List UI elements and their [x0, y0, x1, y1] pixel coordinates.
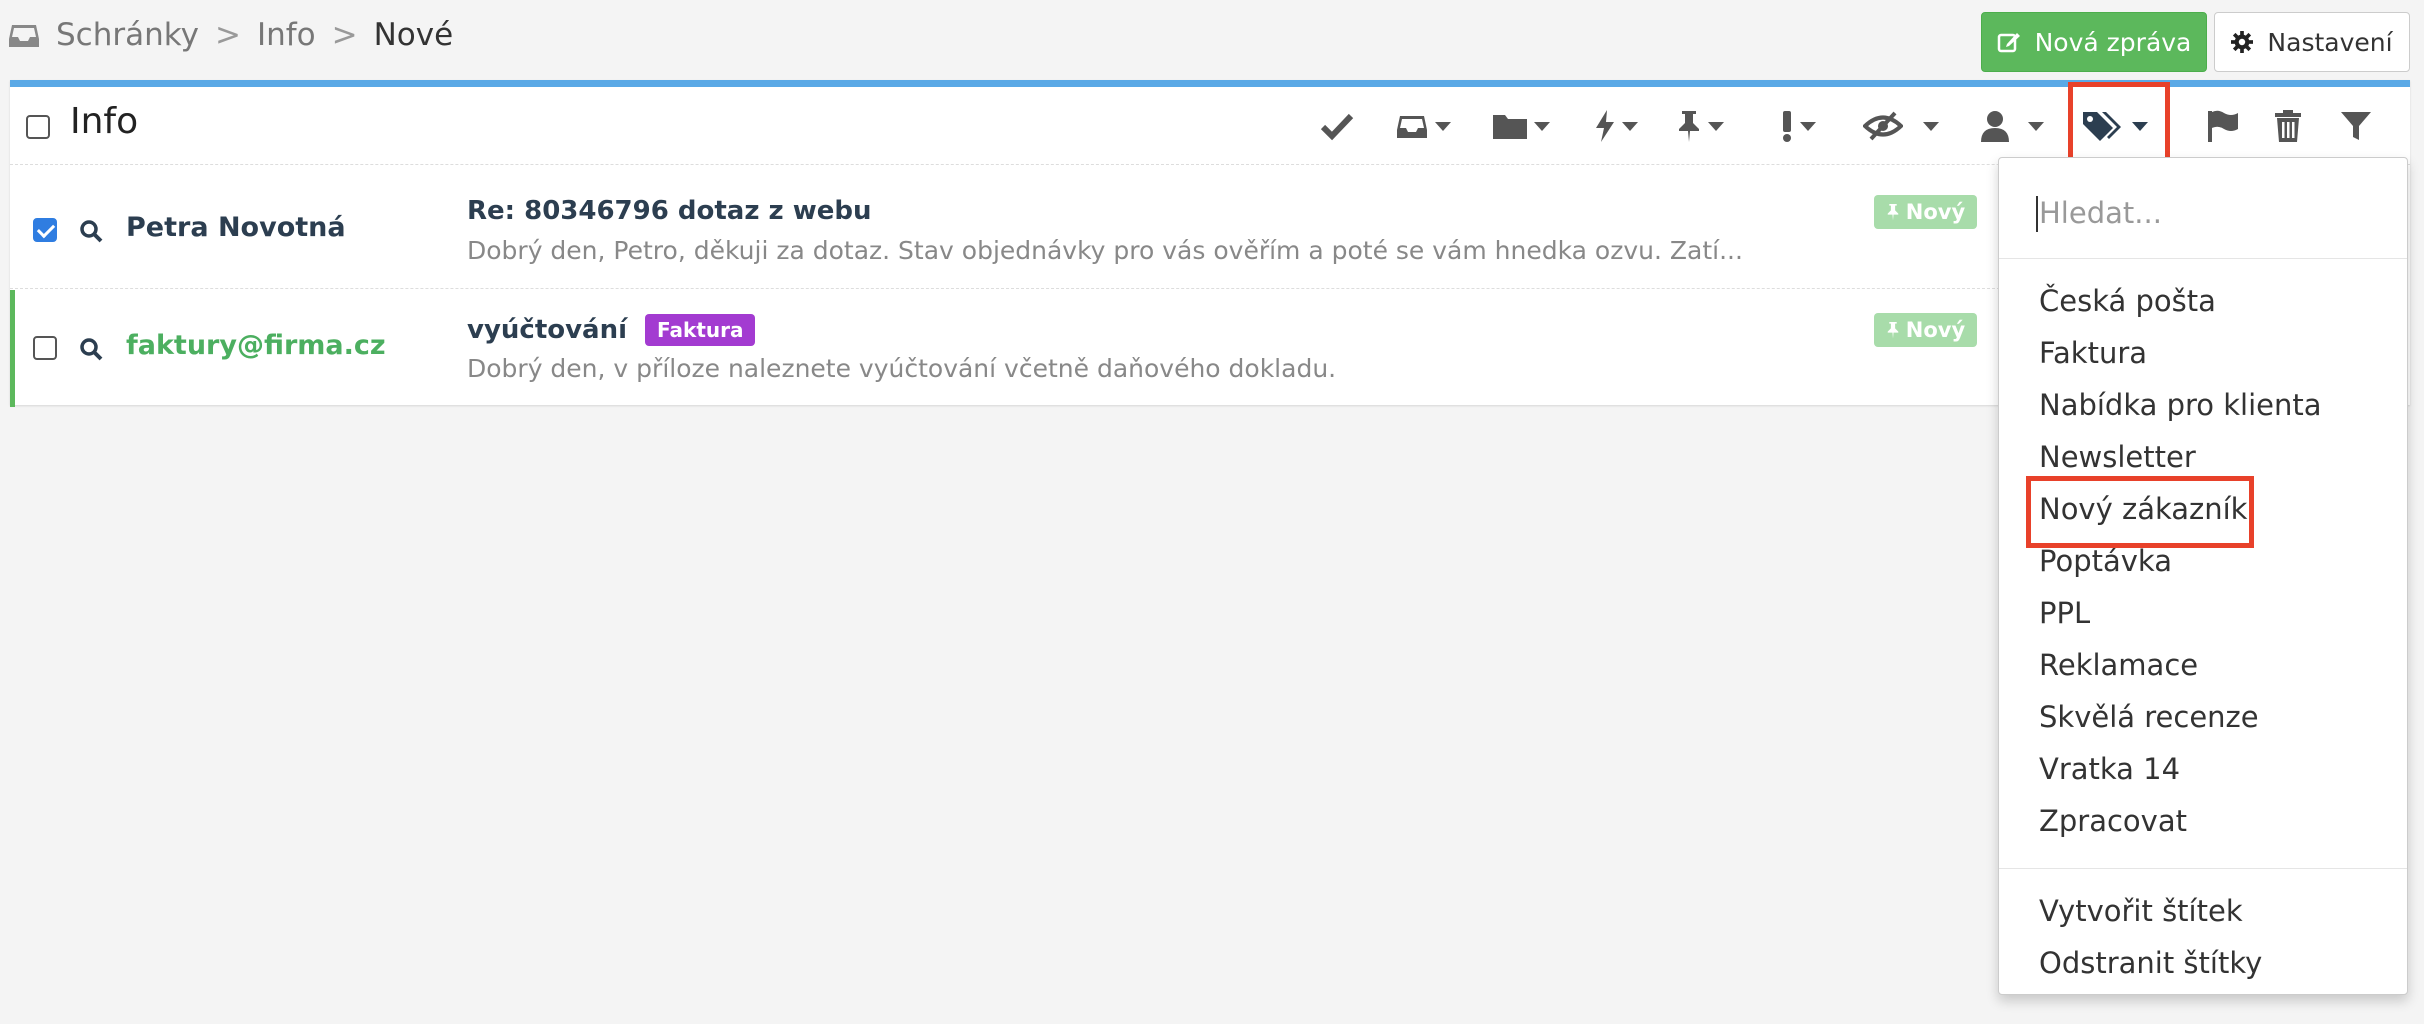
tag-badge: Faktura — [645, 314, 756, 346]
flag-icon — [2208, 110, 2238, 142]
search-icon[interactable] — [78, 218, 104, 244]
select-all-checkbox[interactable] — [26, 115, 50, 139]
settings-button[interactable]: Nastavení — [2214, 12, 2410, 72]
message-subject-text: vyúčtování — [467, 315, 628, 345]
inbox-icon — [9, 25, 39, 47]
priority-button[interactable] — [1780, 103, 1816, 149]
text-cursor — [2036, 196, 2038, 232]
status-badge: Nový — [1874, 195, 1977, 229]
remove-tags-option[interactable]: Odstranit štítky — [2039, 946, 2262, 980]
breadcrumb-separator: > — [331, 17, 358, 53]
bolt-icon — [1596, 110, 1614, 142]
create-tag-option[interactable]: Vytvořit štítek — [2039, 894, 2243, 928]
eye-slash-icon — [1863, 111, 1903, 141]
status-badge-label: Nový — [1905, 318, 1966, 342]
message-row[interactable]: Petra Novotná Re: 80346796 dotaz z webu … — [10, 172, 2010, 289]
message-preview: Dobrý den, v příloze naleznete vyúčtován… — [467, 354, 1337, 383]
new-message-label: Nová zpráva — [2034, 27, 2192, 57]
chevron-down-icon — [1435, 121, 1451, 131]
settings-label: Nastavení — [2267, 27, 2393, 57]
tag-option-highlight — [2026, 476, 2254, 548]
flag-button[interactable] — [2206, 103, 2240, 149]
breadcrumb-item-info[interactable]: Info — [257, 17, 316, 53]
message-sender: Petra Novotná — [126, 212, 346, 243]
breadcrumb-separator: > — [214, 17, 241, 53]
message-preview: Dobrý den, Petro, děkuji za dotaz. Stav … — [467, 236, 1743, 265]
tag-option[interactable]: Nabídka pro klienta — [2039, 388, 2322, 422]
row-checkbox[interactable] — [33, 218, 57, 242]
read-status-button[interactable] — [1863, 103, 1939, 149]
inbox-icon — [1397, 116, 1427, 138]
tag-option[interactable]: Česká pošta — [2039, 284, 2216, 318]
tag-option[interactable]: Faktura — [2039, 336, 2147, 370]
filter-icon — [2341, 112, 2371, 140]
chevron-down-icon — [1622, 121, 1638, 131]
tag-search-input[interactable] — [2039, 188, 2369, 238]
status-badge-label: Nový — [1905, 200, 1966, 224]
gear-icon — [2231, 31, 2254, 53]
tag-option[interactable]: Reklamace — [2039, 648, 2198, 682]
new-message-button[interactable]: Nová zpráva — [1981, 12, 2207, 72]
search-icon[interactable] — [78, 336, 104, 362]
tags-dropdown: Česká pošta Faktura Nabídka pro klienta … — [1998, 157, 2408, 995]
message-subject: Re: 80346796 dotaz z webu — [467, 196, 871, 226]
panel-header: Info — [10, 87, 2410, 165]
mark-done-button[interactable] — [1320, 103, 1354, 149]
message-row[interactable]: faktury@firma.cz vyúčtování Faktura Dobr… — [10, 290, 2010, 407]
chevron-down-icon — [1534, 121, 1550, 131]
message-sender: faktury@firma.cz — [126, 330, 386, 361]
breadcrumb: Schránky > Info > Nové — [8, 12, 453, 58]
pin-icon — [1679, 111, 1699, 142]
dropdown-divider — [1999, 868, 2407, 869]
tag-option[interactable]: PPL — [2039, 596, 2090, 630]
move-to-inbox-button[interactable] — [1395, 103, 1451, 149]
pin-icon — [1887, 322, 1899, 339]
tags-button-highlight — [2068, 82, 2170, 162]
tag-option[interactable]: Poptávka — [2039, 544, 2172, 578]
tag-option[interactable]: Skvělá recenze — [2039, 700, 2259, 734]
folder-icon — [1493, 115, 1527, 139]
chevron-down-icon — [1800, 121, 1816, 131]
chevron-down-icon — [1923, 121, 1939, 131]
chevron-down-icon — [1708, 121, 1724, 131]
actions-button[interactable] — [1594, 103, 1638, 149]
user-icon — [1981, 111, 2009, 142]
tag-option[interactable]: Zpracovat — [2039, 804, 2187, 838]
dropdown-divider — [1999, 258, 2407, 259]
chevron-down-icon — [2028, 121, 2044, 131]
row-checkbox[interactable] — [33, 336, 57, 360]
tag-option[interactable]: Vratka 14 — [2039, 752, 2180, 786]
delete-button[interactable] — [2274, 103, 2302, 149]
breadcrumb-item-nove: Nové — [373, 17, 454, 53]
exclamation-icon — [1783, 111, 1791, 142]
breadcrumb-item-schranky[interactable]: Schránky — [56, 17, 199, 53]
message-subject: vyúčtování Faktura — [467, 314, 756, 346]
pin-icon — [1887, 204, 1899, 221]
panel-title: Info — [70, 101, 139, 142]
assign-user-button[interactable] — [1980, 103, 2044, 149]
trash-icon — [2275, 110, 2301, 142]
check-icon — [1320, 113, 1354, 141]
pin-button[interactable] — [1676, 103, 1724, 149]
message-subject-text: Re: 80346796 dotaz z webu — [467, 196, 872, 226]
status-badge: Nový — [1874, 313, 1977, 347]
move-to-folder-button[interactable] — [1492, 103, 1550, 149]
edit-icon — [1997, 33, 2020, 53]
filter-button[interactable] — [2340, 103, 2372, 149]
tag-option[interactable]: Newsletter — [2039, 440, 2196, 474]
